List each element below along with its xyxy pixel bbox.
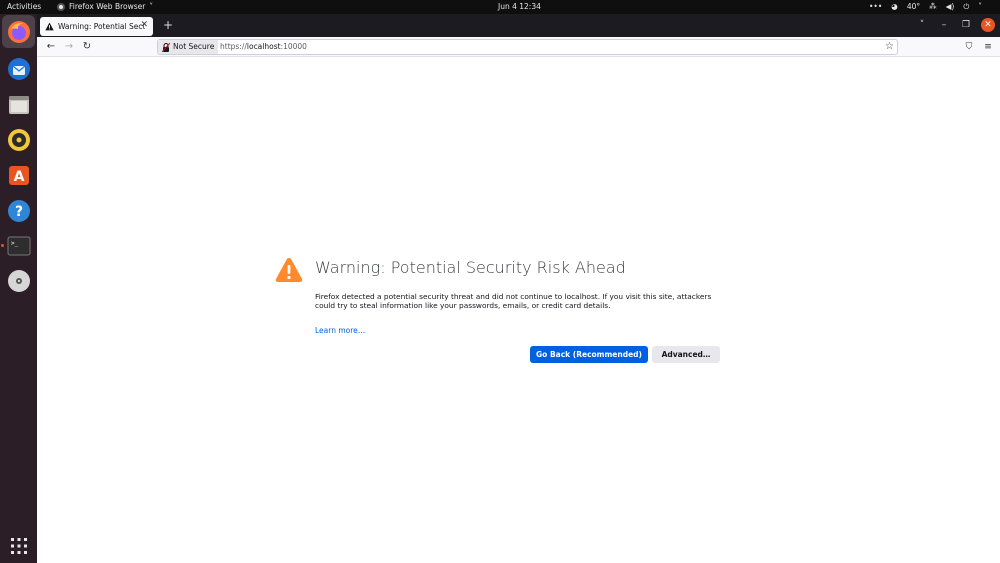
bookmark-star-icon[interactable]: ☆ xyxy=(885,40,894,54)
app-center-icon: A xyxy=(8,165,29,185)
dock-rhythmbox[interactable] xyxy=(5,126,32,153)
svg-text:?: ? xyxy=(14,204,22,220)
running-indicator xyxy=(1,244,4,247)
dock-terminal[interactable]: >_ xyxy=(5,232,32,259)
close-window-icon[interactable]: ✕ xyxy=(981,18,995,32)
go-back-button[interactable]: Go Back (Recommended) xyxy=(530,346,648,363)
window-controls: ˅ – ❐ ✕ xyxy=(915,18,995,32)
help-icon: ? xyxy=(7,199,30,222)
activities-button[interactable]: Activities xyxy=(7,0,41,14)
chevron-down-icon: ˅ xyxy=(149,2,154,11)
power-icon: ⏻ xyxy=(963,2,970,11)
minimize-icon[interactable]: – xyxy=(937,18,951,32)
firefox-icon xyxy=(57,3,65,11)
weather-temp: 40° xyxy=(906,2,921,11)
restore-icon[interactable]: ❐ xyxy=(959,18,973,32)
tab-list-icon[interactable]: ˅ xyxy=(915,18,929,32)
system-tray[interactable]: ••• ◕ 40° ⁂ ◀) ⏻ ˅ xyxy=(869,0,982,14)
reload-icon[interactable]: ↻ xyxy=(79,39,95,55)
svg-text:A: A xyxy=(13,169,24,185)
show-apps-button[interactable] xyxy=(5,532,32,559)
dock-disc[interactable] xyxy=(5,267,32,294)
speaker-icon xyxy=(7,128,30,151)
tab-active[interactable]: Warning: Potential Secu ✕ xyxy=(40,17,153,36)
pocket-icon[interactable]: ⛉ xyxy=(961,39,977,55)
url-host: localhost xyxy=(246,42,281,51)
app-menu-label: Firefox Web Browser xyxy=(69,2,146,11)
svg-text:>_: >_ xyxy=(11,240,19,247)
forward-icon[interactable]: → xyxy=(61,39,77,55)
warning-icon xyxy=(45,22,54,31)
dock-app-center[interactable]: A xyxy=(5,161,32,188)
warning-icon xyxy=(275,258,303,282)
dock-firefox[interactable] xyxy=(2,15,35,48)
dock-thunderbird[interactable] xyxy=(5,55,32,82)
not-secure-indicator[interactable]: Not Secure xyxy=(158,40,219,54)
dock-help[interactable]: ? xyxy=(5,197,32,224)
disc-icon xyxy=(7,269,30,292)
learn-more-link[interactable]: Learn more… xyxy=(315,326,365,335)
thunderbird-icon xyxy=(7,57,30,80)
nav-bar: ← → ↻ Not Secure https://localhost:10000… xyxy=(37,37,1000,57)
url-bar[interactable]: Not Secure https://localhost:10000 ☆ xyxy=(157,39,898,55)
tab-strip: Warning: Potential Secu ✕ + ˅ – ❐ ✕ xyxy=(37,14,1000,37)
tab-title: Warning: Potential Secu xyxy=(58,22,145,31)
close-icon[interactable]: ✕ xyxy=(140,20,148,30)
lock-warning-icon xyxy=(162,42,170,52)
url-port: :10000 xyxy=(280,42,307,51)
not-secure-label: Not Secure xyxy=(173,42,215,51)
url-scheme: https:// xyxy=(220,42,247,51)
new-tab-button[interactable]: + xyxy=(160,17,176,34)
chevron-down-icon: ˅ xyxy=(978,2,982,11)
firefox-window: Warning: Potential Secu ✕ + ˅ – ❐ ✕ ← → … xyxy=(37,14,1000,563)
terminal-icon: >_ xyxy=(7,236,30,255)
menu-icon[interactable]: ≡ xyxy=(980,39,996,55)
network-icon: ⁂ xyxy=(929,2,937,11)
advanced-button[interactable]: Advanced… xyxy=(652,346,720,363)
clock[interactable]: Jun 4 12:34 xyxy=(498,0,541,14)
firefox-icon xyxy=(7,20,30,43)
error-page: Warning: Potential Security Risk Ahead F… xyxy=(37,58,1000,563)
app-menu[interactable]: Firefox Web Browser ˅ xyxy=(57,0,153,14)
url-text[interactable]: https://localhost:10000 xyxy=(220,40,307,54)
dock: A ? >_ xyxy=(0,14,37,563)
dock-files[interactable] xyxy=(5,91,32,118)
volume-icon: ◀) xyxy=(945,2,955,11)
folder-icon xyxy=(8,95,29,114)
top-bar: Activities Firefox Web Browser ˅ Jun 4 1… xyxy=(0,0,1000,14)
page-title: Warning: Potential Security Risk Ahead xyxy=(315,258,626,277)
error-description: Firefox detected a potential security th… xyxy=(315,292,712,310)
show-apps-icon xyxy=(10,537,27,554)
back-icon[interactable]: ← xyxy=(43,39,59,55)
more-icon[interactable]: ••• xyxy=(869,0,882,14)
weather-icon: ◕ xyxy=(891,2,898,11)
